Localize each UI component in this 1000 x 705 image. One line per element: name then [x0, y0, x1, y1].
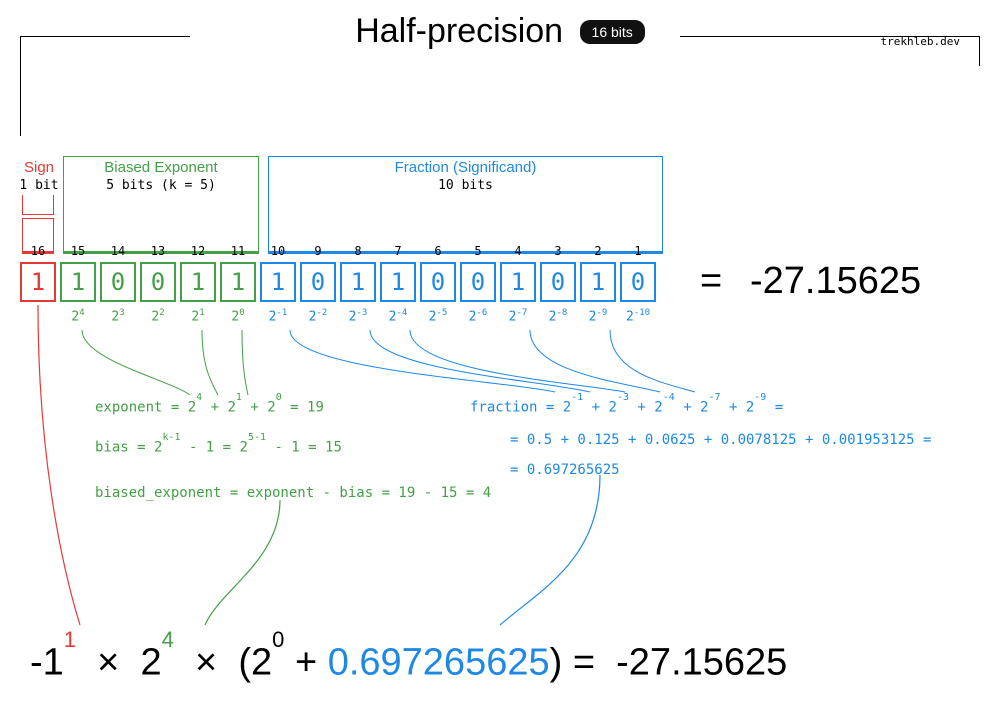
bit-3: 0 [540, 262, 576, 302]
sign-sub: 1 bit [14, 178, 64, 193]
frac-power--6: 2-6 [460, 308, 496, 324]
bit-index-9: 9 [300, 244, 336, 258]
frac-power--1: 2-1 [260, 308, 296, 324]
bit-13: 0 [140, 262, 176, 302]
bit-16: 1 [20, 262, 56, 302]
bit-index-11: 11 [220, 244, 256, 258]
bit-4: 1 [500, 262, 536, 302]
sign-connector [22, 195, 54, 215]
frac-power--10: 2-10 [620, 308, 656, 324]
title-bracket-right [680, 36, 980, 66]
exp-power-2: 22 [140, 308, 176, 324]
bit-index-8: 8 [340, 244, 376, 258]
bit-index-6: 6 [420, 244, 456, 258]
bit-6: 0 [420, 262, 456, 302]
bit-9: 0 [300, 262, 336, 302]
frac-power--3: 2-3 [340, 308, 376, 324]
bit-index-3: 3 [540, 244, 576, 258]
result-value: -27.15625 [750, 260, 921, 303]
frac-line-1: fraction = 2-1 + 2-3 + 2-4 + 2-7 + 2-9 = [470, 398, 783, 416]
frac-power--5: 2-5 [420, 308, 456, 324]
exp-line-2: bias = 2k-1 - 1 = 25-1 - 1 = 15 [95, 438, 342, 456]
bit-index-10: 10 [260, 244, 296, 258]
bit-14: 0 [100, 262, 136, 302]
bit-15: 1 [60, 262, 96, 302]
bit-1: 0 [620, 262, 656, 302]
equals-sign: = [700, 260, 722, 303]
bit-index-14: 14 [100, 244, 136, 258]
bit-index-15: 15 [60, 244, 96, 258]
exp-line-3: biased_exponent = exponent - bias = 19 -… [95, 485, 491, 501]
bit-2: 1 [580, 262, 616, 302]
bit-index-7: 7 [380, 244, 416, 258]
bit-8: 1 [340, 262, 376, 302]
frac-line-2: = 0.5 + 0.125 + 0.0625 + 0.0078125 + 0.0… [510, 432, 931, 448]
bit-12: 1 [180, 262, 216, 302]
exp-power-0: 20 [220, 308, 256, 324]
final-formula: -11 × 24 × (20 + 0.697265625) = -27.1562… [30, 641, 980, 685]
bit-index-4: 4 [500, 244, 536, 258]
exponent-sub: 5 bits (k = 5) [63, 178, 259, 193]
frac-power--7: 2-7 [500, 308, 536, 324]
bit-11: 1 [220, 262, 256, 302]
frac-power--4: 2-4 [380, 308, 416, 324]
title-bracket-left [20, 36, 190, 136]
bit-index-12: 12 [180, 244, 216, 258]
bit-index-1: 1 [620, 244, 656, 258]
exp-line-1: exponent = 24 + 21 + 20 = 19 [95, 398, 324, 416]
bit-index-16: 16 [20, 244, 56, 258]
frac-power--2: 2-2 [300, 308, 336, 324]
frac-power--9: 2-9 [580, 308, 616, 324]
bit-index-2: 2 [580, 244, 616, 258]
bit-10: 1 [260, 262, 296, 302]
frac-line-3: = 0.697265625 [510, 462, 620, 478]
fraction-label: Fraction (Significand) [268, 159, 663, 176]
frac-power--8: 2-8 [540, 308, 576, 324]
bit-5: 0 [460, 262, 496, 302]
bit-index-13: 13 [140, 244, 176, 258]
bit-index-5: 5 [460, 244, 496, 258]
exp-power-4: 24 [60, 308, 96, 324]
page-title: Half-precision [355, 12, 563, 51]
bits-badge: 16 bits [580, 20, 645, 44]
sign-label: Sign [14, 159, 64, 176]
exp-power-3: 23 [100, 308, 136, 324]
exp-power-1: 21 [180, 308, 216, 324]
fraction-sub: 10 bits [268, 178, 663, 193]
bit-row: 1100111011001010 [20, 262, 660, 302]
exponent-label: Biased Exponent [63, 159, 259, 176]
bit-7: 1 [380, 262, 416, 302]
